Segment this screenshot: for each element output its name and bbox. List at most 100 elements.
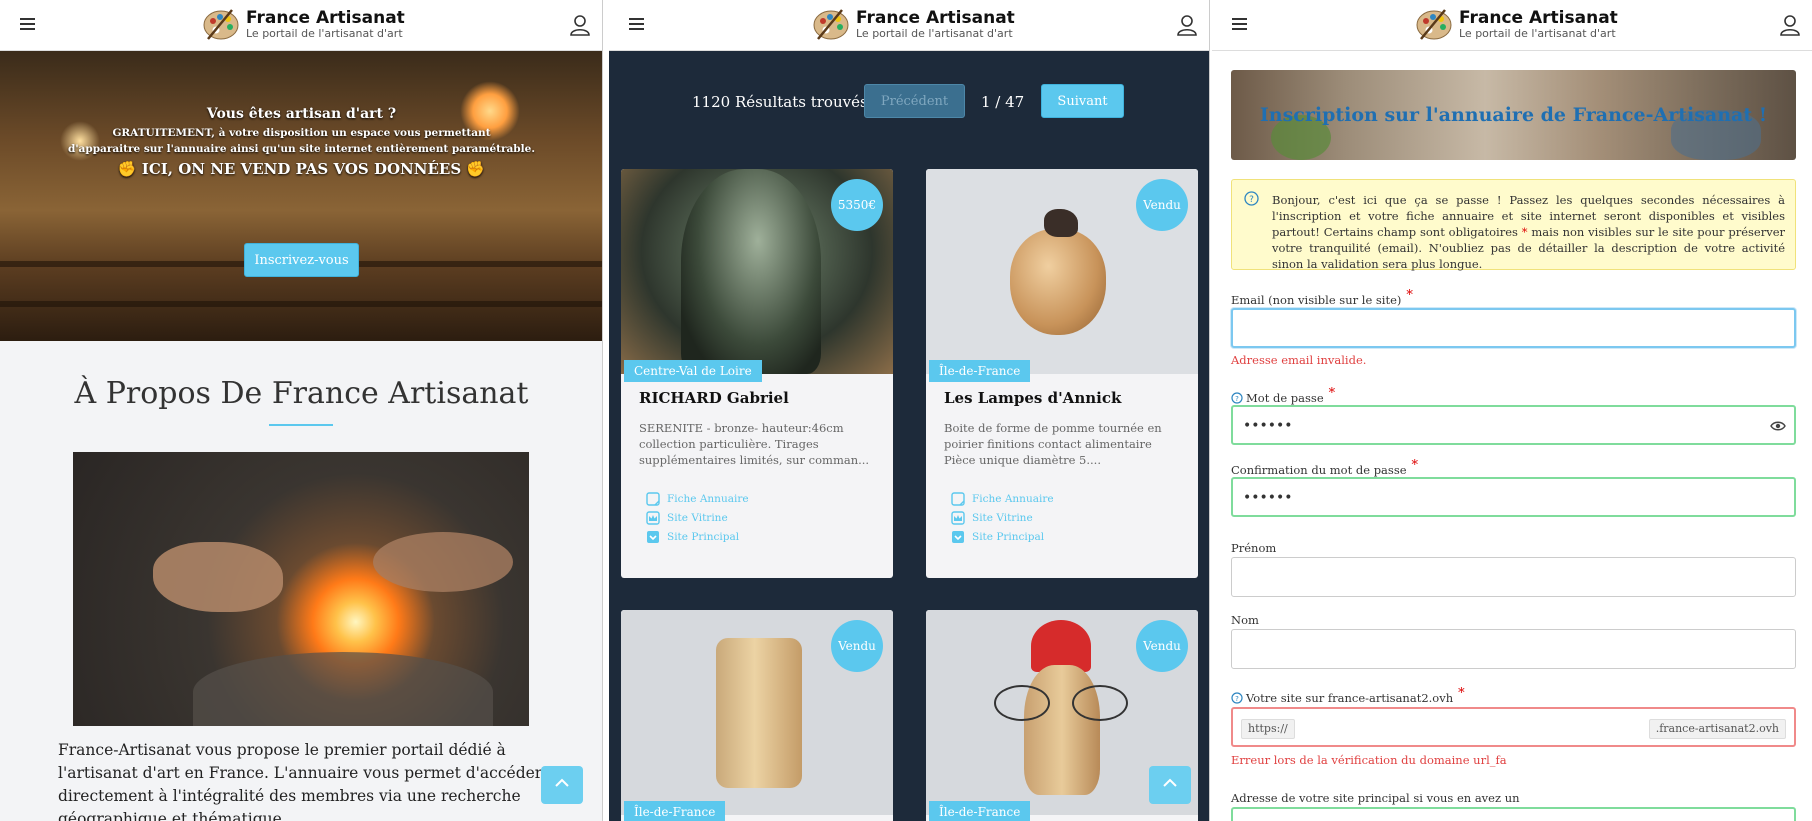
palette-logo-icon xyxy=(203,9,239,40)
link-fiche-annuaire[interactable]: Fiche Annuaire xyxy=(951,489,1054,508)
chevron-up-icon xyxy=(555,778,569,787)
question-circle-icon[interactable]: ? xyxy=(1231,691,1243,704)
card-title[interactable]: Les Lampes d'Annick xyxy=(944,389,1121,407)
card-title[interactable]: RICHARD Gabriel xyxy=(639,389,789,407)
question-circle-icon: ? xyxy=(1244,191,1259,206)
link-label: Site Vitrine xyxy=(667,511,728,524)
password-label: ? Mot de passe * xyxy=(1231,386,1335,405)
site-error: Erreur lors de la vérification du domain… xyxy=(1231,753,1507,767)
status-badge: Vendu xyxy=(1136,620,1188,672)
link-site-vitrine[interactable]: Site Vitrine xyxy=(646,508,749,527)
hero-slogan: ✊ ICI, ON NE VEND PAS VOS DONNÉES ✊ xyxy=(117,160,486,178)
link-label: Fiche Annuaire xyxy=(667,492,749,505)
price-badge: 5350€ xyxy=(831,179,883,231)
hero-text-2: d'apparaitre sur l'annuaire ainsi qu'un … xyxy=(68,143,535,155)
previous-button[interactable]: Précédent xyxy=(864,84,965,118)
hamburger-icon[interactable] xyxy=(1232,15,1247,31)
result-card[interactable]: Vendu Île-de-France xyxy=(621,610,893,821)
crown-icon xyxy=(951,510,965,525)
signup-banner: Inscription sur l'annuaire de France-Art… xyxy=(1231,70,1796,160)
results-count: 1120 Résultats trouvés xyxy=(692,93,868,111)
user-icon[interactable] xyxy=(570,14,590,36)
info-box: ? Bonjour, c'est ici que ça se passe ! P… xyxy=(1231,179,1796,271)
scroll-top-button[interactable] xyxy=(541,766,583,804)
pagination: 1120 Résultats trouvés Précédent 1 / 47 … xyxy=(609,84,1209,118)
link-label: Site Principal xyxy=(972,530,1045,543)
site-subtitle: Le portail de l'artisanat d'art xyxy=(1459,26,1616,40)
result-card[interactable]: Vendu Île-de-France Les Lampes d'Annick … xyxy=(926,169,1198,578)
download-icon xyxy=(952,530,964,543)
site-title: France Artisanat xyxy=(246,7,405,28)
status-badge: Vendu xyxy=(831,620,883,672)
about-text: France-Artisanat vous propose le premier… xyxy=(58,741,543,821)
crown-icon xyxy=(646,510,660,525)
region-tag: Île-de-France xyxy=(624,801,726,821)
result-card[interactable]: 5350€ Centre-Val de Loire RICHARD Gabrie… xyxy=(621,169,893,578)
palette-logo-icon xyxy=(813,9,849,40)
page-indicator: 1 / 47 xyxy=(981,93,1025,111)
title-underline xyxy=(269,424,333,426)
chevron-up-icon xyxy=(1163,778,1177,787)
email-field[interactable] xyxy=(1231,308,1796,348)
header: France Artisanat Le portail de l'artisan… xyxy=(0,0,602,51)
header: France Artisanat Le portail de l'artisan… xyxy=(1212,0,1812,51)
svg-text:?: ? xyxy=(1235,395,1239,403)
info-text: Bonjour, c'est ici que ça se passe ! Pas… xyxy=(1272,193,1785,271)
next-button[interactable]: Suivant xyxy=(1041,84,1124,118)
eye-icon[interactable] xyxy=(1770,420,1786,432)
palette-logo-icon xyxy=(1416,9,1452,40)
password-field[interactable]: •••••• xyxy=(1231,405,1796,445)
user-icon[interactable] xyxy=(1177,14,1197,36)
site-url-field[interactable]: https:// .france-artisanat2.ovh xyxy=(1231,707,1796,747)
site-subtitle: Le portail de l'artisanat d'art xyxy=(246,26,403,40)
main-site-field[interactable] xyxy=(1231,807,1796,821)
region-tag: Île-de-France xyxy=(929,360,1031,382)
logo[interactable]: France Artisanat Le portail de l'artisan… xyxy=(812,6,1015,42)
lastname-label: Nom xyxy=(1231,613,1259,627)
link-fiche-annuaire[interactable]: Fiche Annuaire xyxy=(646,489,749,508)
card-description: Boite de forme de pomme tournée en poiri… xyxy=(944,421,1162,467)
hero-banner: Vous êtes artisan d'art ? GRATUITEMENT, … xyxy=(0,51,602,341)
url-prefix: https:// xyxy=(1241,719,1295,739)
email-error: Adresse email invalide. xyxy=(1231,353,1367,367)
scroll-top-button[interactable] xyxy=(1149,766,1191,804)
link-site-principal[interactable]: Site Principal xyxy=(951,527,1054,546)
download-icon xyxy=(647,530,659,543)
main-site-label: Adresse de votre site principal si vous … xyxy=(1231,791,1520,805)
link-site-principal[interactable]: Site Principal xyxy=(646,527,749,546)
sheet-icon xyxy=(951,491,965,506)
glassblowing-photo xyxy=(73,452,529,726)
hamburger-icon[interactable] xyxy=(20,15,35,31)
region-tag: Centre-Val de Loire xyxy=(624,360,762,382)
register-button[interactable]: Inscrivez-vous xyxy=(244,243,359,277)
results-panel: France Artisanat Le portail de l'artisan… xyxy=(609,0,1210,821)
signup-panel: France Artisanat Le portail de l'artisan… xyxy=(1212,0,1812,821)
home-panel: France Artisanat Le portail de l'artisan… xyxy=(0,0,603,821)
lastname-field[interactable] xyxy=(1231,629,1796,669)
card-description: SERENITE - bronze- hauteur:46cm collecti… xyxy=(639,421,870,467)
svg-text:?: ? xyxy=(1249,195,1254,205)
question-circle-icon[interactable]: ? xyxy=(1231,391,1243,404)
firstname-label: Prénom xyxy=(1231,541,1277,555)
email-label: Email (non visible sur le site) * xyxy=(1231,288,1413,307)
site-label: ? Votre site sur france-artisanat2.ovh * xyxy=(1231,686,1465,705)
logo[interactable]: France Artisanat Le portail de l'artisan… xyxy=(1415,6,1618,42)
logo[interactable]: France Artisanat Le portail de l'artisan… xyxy=(202,6,405,42)
url-suffix: .france-artisanat2.ovh xyxy=(1648,719,1786,739)
sheet-icon xyxy=(646,491,660,506)
firstname-field[interactable] xyxy=(1231,557,1796,597)
signup-title: Inscription sur l'annuaire de France-Art… xyxy=(1259,104,1768,126)
hero-text-1: GRATUITEMENT, à votre disposition un esp… xyxy=(112,127,491,139)
site-subtitle: Le portail de l'artisanat d'art xyxy=(856,26,1013,40)
svg-text:?: ? xyxy=(1235,695,1239,703)
confirm-label: Confirmation du mot de passe * xyxy=(1231,458,1419,477)
site-title: France Artisanat xyxy=(856,7,1015,28)
header: France Artisanat Le portail de l'artisan… xyxy=(609,0,1209,51)
status-badge: Vendu xyxy=(1136,179,1188,231)
region-tag: Île-de-France xyxy=(929,801,1031,821)
link-site-vitrine[interactable]: Site Vitrine xyxy=(951,508,1054,527)
confirm-password-field[interactable]: •••••• xyxy=(1231,477,1796,517)
user-icon[interactable] xyxy=(1780,14,1800,36)
hamburger-icon[interactable] xyxy=(629,15,644,31)
about-title: À Propos De France Artisanat xyxy=(74,376,529,411)
